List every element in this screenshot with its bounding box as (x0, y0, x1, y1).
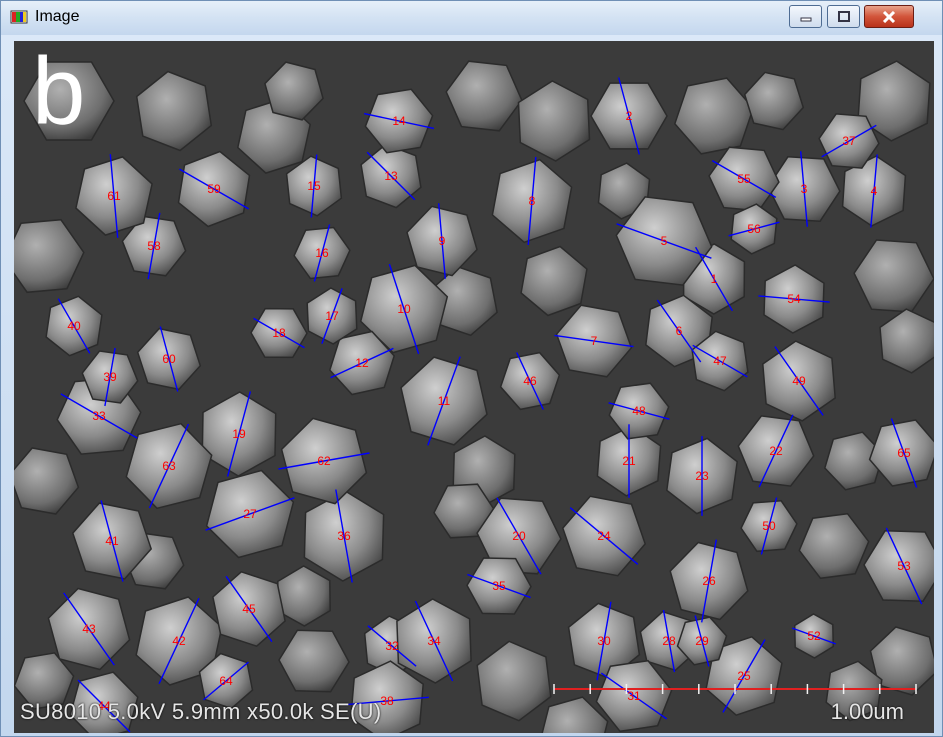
particle-field: 213 4567891011121314151617181920212223242… (14, 41, 934, 733)
particle-label: 14 (392, 114, 406, 128)
title-bar[interactable]: Image (1, 1, 942, 35)
particle-label: 65 (897, 446, 911, 460)
particle-label: 48 (632, 404, 646, 418)
particle-label: 13 (384, 169, 398, 183)
particle-label: 36 (337, 529, 351, 543)
particle-label: 40 (67, 319, 81, 333)
particle-label: 38 (380, 694, 394, 708)
particle-label: 17 (325, 309, 339, 323)
particle-label: 11 (438, 394, 451, 408)
particle-label: 56 (747, 222, 761, 236)
particle-label: 31 (627, 689, 641, 703)
particle-label: 10 (397, 302, 411, 316)
close-icon (882, 10, 896, 23)
particle-label: 62 (317, 454, 331, 468)
particle-label: 46 (523, 374, 537, 388)
minimize-icon (800, 17, 811, 21)
panel-label: b (32, 41, 86, 145)
particle-label: 41 (105, 534, 119, 548)
particle-label: 26 (702, 574, 716, 588)
image-app-icon (10, 10, 28, 24)
particle-label: 47 (713, 354, 727, 368)
particle-label: 24 (597, 529, 611, 543)
particle-label: 2 (626, 109, 633, 123)
particle-label: 45 (242, 602, 256, 616)
particle-label: 32 (385, 639, 399, 653)
particle-label: 58 (147, 239, 161, 253)
particle-label: 55 (737, 172, 751, 186)
particle-label: 49 (792, 374, 806, 388)
particle-label: 34 (427, 634, 441, 648)
close-button[interactable] (864, 5, 914, 28)
scale-bar-label: 1.00um (830, 699, 904, 724)
particle-label: 25 (737, 669, 751, 683)
particle-label: 30 (597, 634, 611, 648)
particle-label: 19 (232, 427, 246, 441)
particle-label: 33 (92, 409, 106, 423)
particle-label: 4 (871, 184, 878, 198)
particle-label: 27 (243, 507, 257, 521)
particle-label: 53 (897, 559, 911, 573)
particle-label: 5 (661, 234, 668, 248)
particle-label: 8 (529, 194, 536, 208)
particle-label: 7 (591, 334, 598, 348)
particle-label: 21 (622, 454, 636, 468)
particle-label: 22 (769, 444, 783, 458)
particle-label: 3 (801, 182, 808, 196)
particle-label: 42 (172, 634, 186, 648)
particle-label: 18 (272, 326, 286, 340)
particle-label: 23 (695, 469, 709, 483)
particle-label: 35 (492, 579, 506, 593)
window-title: Image (35, 8, 80, 25)
particle-label: 20 (512, 529, 526, 543)
particle-label: 64 (219, 674, 233, 688)
particle-label: 12 (355, 356, 369, 370)
particle-label: 16 (315, 246, 329, 260)
particle-label: 29 (695, 634, 709, 648)
particle-label: 6 (676, 324, 683, 338)
particle-label: 15 (307, 179, 321, 193)
particle-label: 63 (162, 459, 176, 473)
particle-label: 60 (162, 352, 176, 366)
particle-label: 52 (807, 629, 821, 643)
particle-label: 61 (107, 189, 121, 203)
particle-label: 1 (711, 272, 718, 286)
particle-label: 9 (439, 234, 446, 248)
particle-label: 37 (842, 134, 856, 148)
particle-label: 39 (103, 370, 117, 384)
sem-caption: SU8010 5.0kV 5.9mm x50.0k SE(U) (20, 699, 382, 724)
particle-label: 43 (82, 622, 96, 636)
maximize-icon (837, 10, 850, 22)
particle-label: 59 (207, 182, 221, 196)
minimize-button[interactable] (789, 5, 822, 28)
particle-label: 28 (662, 634, 676, 648)
particle-label: 50 (762, 519, 776, 533)
sem-micrograph: 2 1 3 4 5 6 7 8 9 10 11 12 13 14 15 16 17 18 19 20 21 22 23 24 2… (14, 41, 934, 733)
image-window: Image 2 1 3 4 5 6 7 8 9 10 11 12 13 14 1… (0, 0, 943, 737)
particle-label: 54 (787, 292, 801, 306)
maximize-button[interactable] (827, 5, 860, 28)
